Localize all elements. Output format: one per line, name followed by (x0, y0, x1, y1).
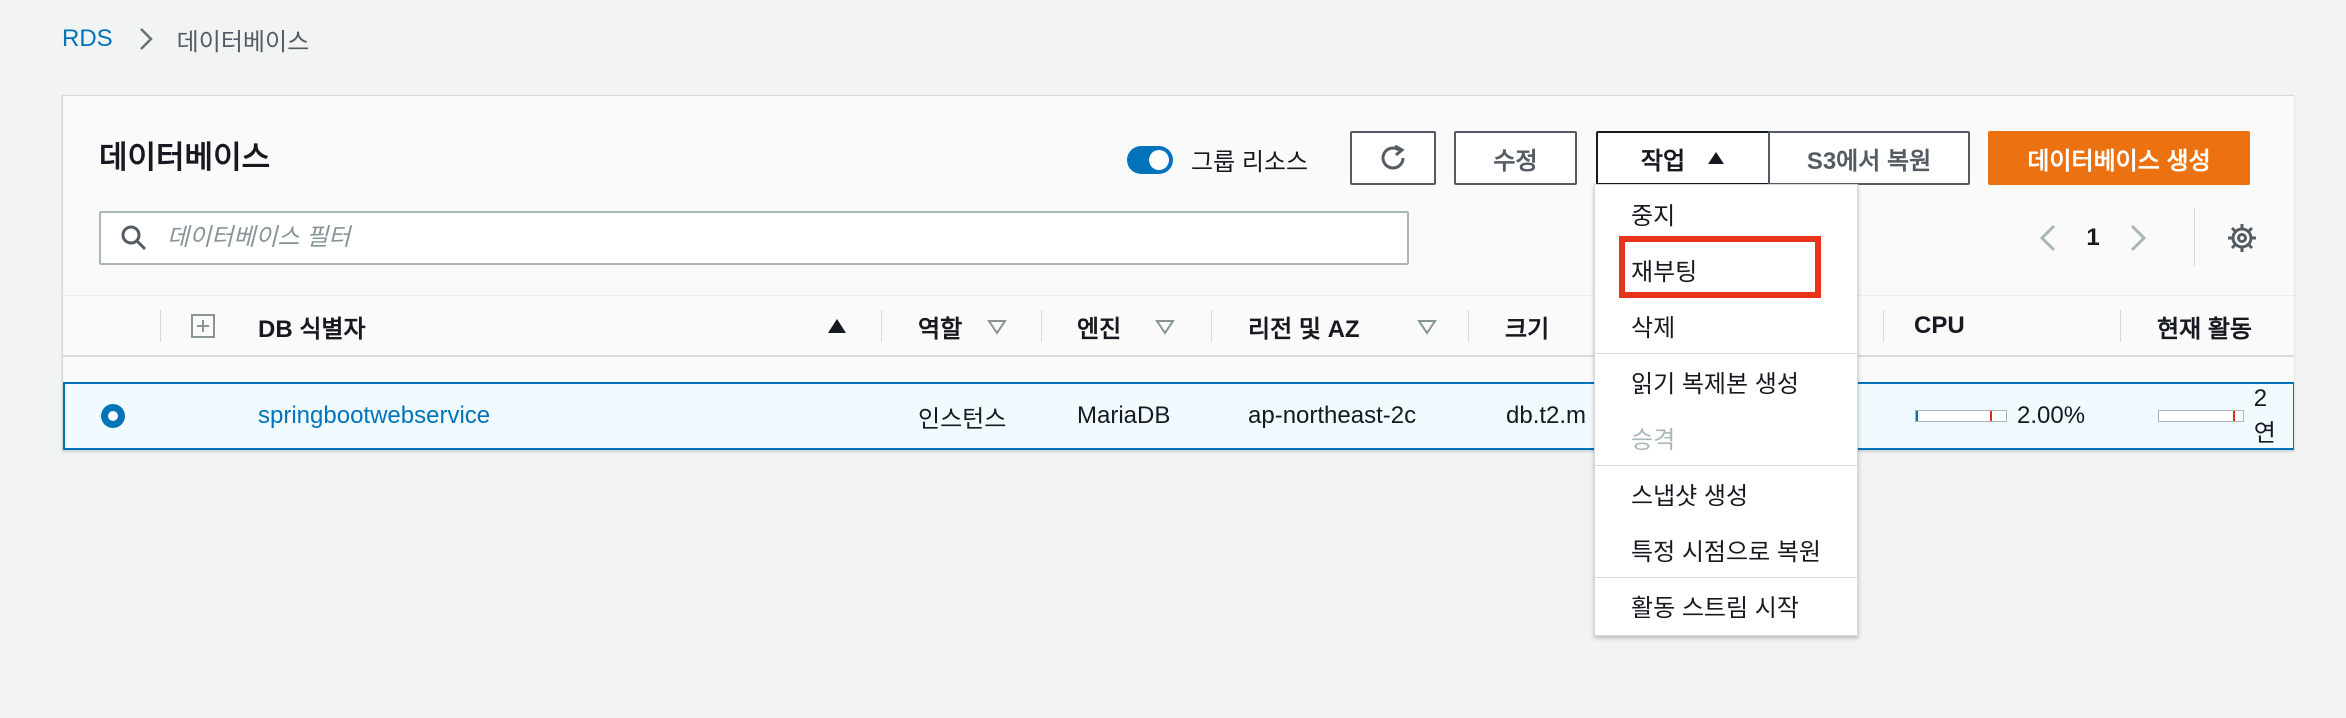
row-radio-selected[interactable] (101, 404, 125, 428)
cpu-value: 2.00% (2017, 402, 2086, 429)
cell-cpu: 2.00% (1915, 384, 2085, 448)
database-filter (99, 211, 1409, 265)
sort-icon[interactable] (987, 319, 1007, 335)
cpu-meter (1915, 410, 2007, 422)
gear-icon[interactable] (2226, 222, 2258, 254)
col-role[interactable]: 역할 (918, 296, 962, 356)
menu-item-restore-point-in-time[interactable]: 특정 시점으로 복원 (1595, 521, 1857, 577)
table-header: DB 식별자 역할 엔진 리전 및 AZ 크기 CPU 현재 활동 (63, 295, 2294, 357)
page-title: 데이터베이스 (99, 140, 271, 175)
refresh-icon (1381, 144, 1405, 170)
refresh-button[interactable] (1350, 131, 1436, 185)
sort-icon[interactable] (1155, 319, 1175, 335)
pagination: 1 (2038, 218, 2148, 258)
create-database-button[interactable]: 데이터베이스 생성 (1988, 131, 2250, 185)
table-row[interactable]: springbootwebservice 인스턴스 MariaDB ap-nor… (63, 382, 2294, 450)
col-cpu[interactable]: CPU (1914, 296, 1965, 356)
menu-item-create-read-replica[interactable]: 읽기 복제본 생성 (1595, 353, 1857, 409)
column-divider (1468, 310, 1469, 342)
cell-region: ap-northeast-2c (1248, 402, 1417, 429)
breadcrumb: RDS 데이터베이스 (62, 24, 310, 56)
search-icon (121, 225, 147, 251)
menu-item-promote: 승격 (1631, 426, 1676, 454)
menu-item-delete[interactable]: 삭제 (1595, 297, 1857, 353)
column-divider (1041, 310, 1042, 342)
cell-role: 인스턴스 (918, 405, 1007, 433)
search-input[interactable] (167, 224, 1367, 252)
column-divider (881, 310, 882, 342)
cell-size: db.t2.m (1506, 402, 1587, 429)
menu-item-stop[interactable]: 중지 (1595, 185, 1857, 241)
column-divider (1211, 310, 1212, 342)
group-resources-toggle-wrap: 그룹 리소스 (1127, 142, 1308, 177)
sort-ascending-icon[interactable] (827, 318, 847, 334)
chevron-left-icon[interactable] (2038, 222, 2058, 254)
column-divider (1883, 310, 1884, 342)
column-divider (160, 310, 161, 342)
caret-up-icon (1708, 152, 1725, 164)
menu-item-take-snapshot[interactable]: 스냅샷 생성 (1595, 465, 1857, 521)
cell-activity: 2 연 (2158, 384, 2293, 448)
page-number[interactable]: 1 (2058, 224, 2128, 252)
col-db-identifier[interactable]: DB 식별자 (258, 296, 366, 356)
col-engine[interactable]: 엔진 (1077, 296, 1121, 356)
breadcrumb-rds-link[interactable]: RDS (62, 25, 113, 53)
actions-button[interactable]: 작업 (1596, 131, 1770, 185)
expand-all-icon[interactable] (191, 296, 215, 356)
col-size[interactable]: 크기 (1505, 296, 1549, 356)
col-region-az[interactable]: 리전 및 AZ (1248, 296, 1360, 356)
menu-item-start-activity-stream[interactable]: 활동 스트림 시작 (1595, 577, 1857, 633)
chevron-right-icon (139, 27, 153, 51)
cell-engine: MariaDB (1077, 402, 1171, 429)
restore-from-s3-button[interactable]: S3에서 복원 (1768, 131, 1970, 185)
reboot-highlight-box (1619, 236, 1821, 298)
col-current-activity[interactable]: 현재 활동 (2157, 296, 2252, 356)
group-resources-toggle[interactable] (1127, 145, 1173, 174)
column-divider (2120, 310, 2121, 342)
edit-button[interactable]: 수정 (1454, 131, 1577, 185)
db-identifier-link[interactable]: springbootwebservice (258, 384, 490, 448)
databases-panel: 데이터베이스 그룹 리소스 수정 작업 S3에서 복원 데이터베이스 생성 1 … (62, 95, 2294, 451)
divider (2194, 208, 2195, 266)
actions-label: 작업 (1640, 147, 1686, 175)
chevron-right-icon[interactable] (2128, 222, 2148, 254)
sort-icon[interactable] (1417, 319, 1437, 335)
group-resources-label: 그룹 리소스 (1191, 149, 1309, 176)
breadcrumb-current: 데이터베이스 (176, 28, 310, 56)
activity-meter (2158, 410, 2244, 422)
activity-value: 2 연 (2253, 384, 2276, 447)
